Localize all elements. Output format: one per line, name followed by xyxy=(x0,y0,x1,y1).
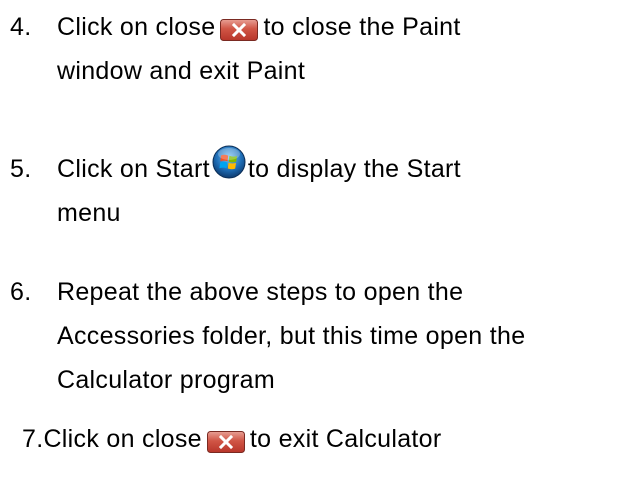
step-number: 4. xyxy=(10,13,32,41)
step-text: Click on Start xyxy=(57,155,210,183)
step-line-1: Repeat the above steps to open the xyxy=(57,278,464,306)
close-icon xyxy=(206,426,245,454)
step-line-2: menu xyxy=(57,199,121,227)
step-text: to close the Paint xyxy=(263,13,461,41)
step-number: 6. xyxy=(10,278,32,306)
step-number: 5. xyxy=(10,155,32,183)
step-number: 7.Click on close to exit Calculator xyxy=(22,420,441,458)
step-line-2: window and exit Paint xyxy=(57,57,306,85)
step-text: Click on close xyxy=(43,425,202,453)
step-number-value: 7. xyxy=(22,425,44,453)
step-line-3: Calculator program xyxy=(57,366,275,394)
close-icon xyxy=(220,14,259,42)
step-text: to exit Calculator xyxy=(249,425,442,453)
windows-start-orb-icon xyxy=(212,145,246,179)
step-text: Click on close xyxy=(57,13,216,41)
step-line-1: Click on close to close the Paint xyxy=(57,8,461,46)
step-text: to display the Start xyxy=(247,155,461,183)
step-line-1: Click on Start to display the Start xyxy=(57,145,461,188)
step-line-2: Accessories folder, but this time open t… xyxy=(57,322,526,350)
